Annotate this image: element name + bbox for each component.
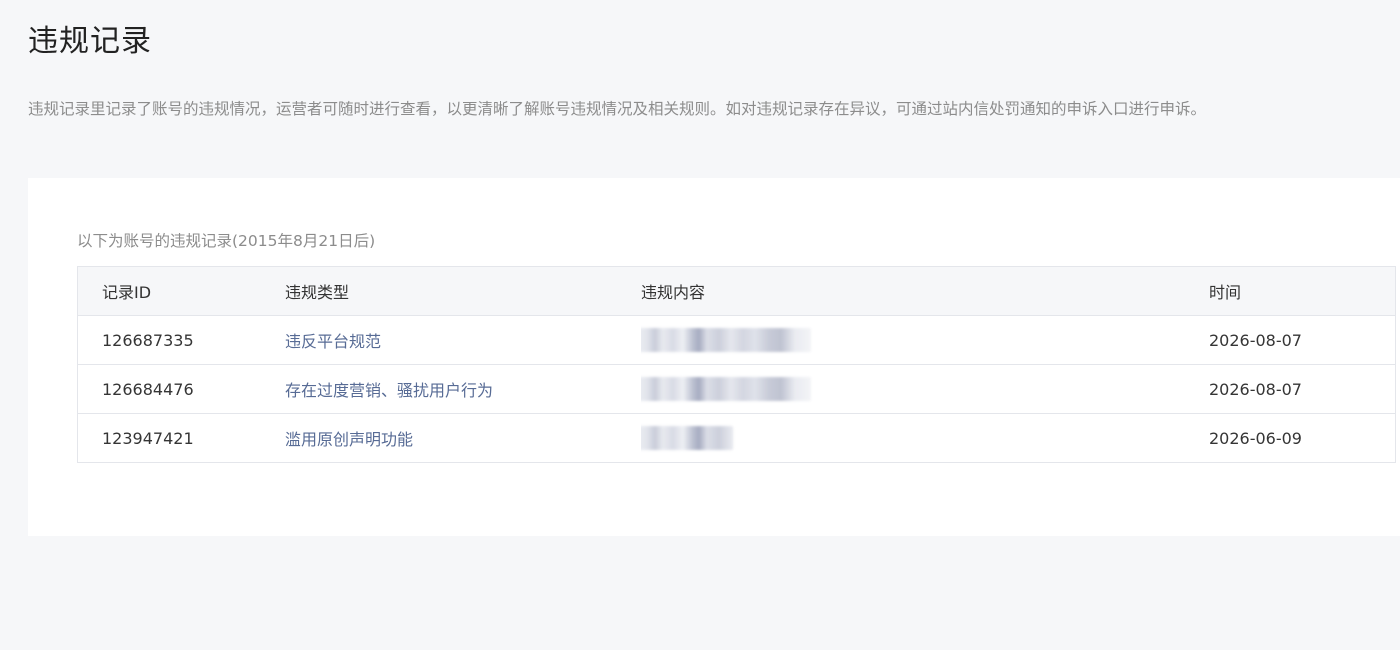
record-time: 2026-08-07 (1209, 379, 1302, 399)
redacted-content (641, 328, 811, 352)
table-row: 123947421 滥用原创声明功能 2026-06-09 (77, 413, 1396, 463)
record-time: 2026-08-07 (1209, 330, 1302, 350)
page-title: 违规记录 (28, 24, 152, 59)
redacted-content (641, 377, 811, 401)
record-id: 123947421 (102, 428, 194, 448)
table-row: 126684476 存在过度营销、骚扰用户行为 2026-08-07 (77, 364, 1396, 414)
records-card: 以下为账号的违规记录(2015年8月21日后) 记录ID 违规类型 违规内容 时… (28, 178, 1400, 536)
header-time: 时间 (1209, 283, 1242, 302)
violation-records-table: 记录ID 违规类型 违规内容 时间 126687335 违反平台规范 2026-… (77, 266, 1396, 463)
header-violation-content: 违规内容 (641, 283, 706, 302)
record-id: 126687335 (102, 330, 194, 350)
redacted-content (641, 426, 733, 450)
table-row: 126687335 违反平台规范 2026-08-07 (77, 315, 1396, 365)
violation-type-link[interactable]: 滥用原创声明功能 (285, 430, 413, 449)
page-description: 违规记录里记录了账号的违规情况，运营者可随时进行查看，以更清晰了解账号违规情况及… (28, 100, 1207, 118)
header-record-id: 记录ID (102, 283, 152, 302)
table-header-row: 记录ID 违规类型 违规内容 时间 (77, 266, 1396, 316)
header-violation-type: 违规类型 (285, 283, 350, 302)
violation-type-link[interactable]: 存在过度营销、骚扰用户行为 (285, 381, 493, 400)
records-caption: 以下为账号的违规记录(2015年8月21日后) (77, 232, 376, 250)
record-id: 126684476 (102, 379, 194, 399)
record-time: 2026-06-09 (1209, 428, 1302, 448)
violation-type-link[interactable]: 违反平台规范 (285, 332, 381, 351)
